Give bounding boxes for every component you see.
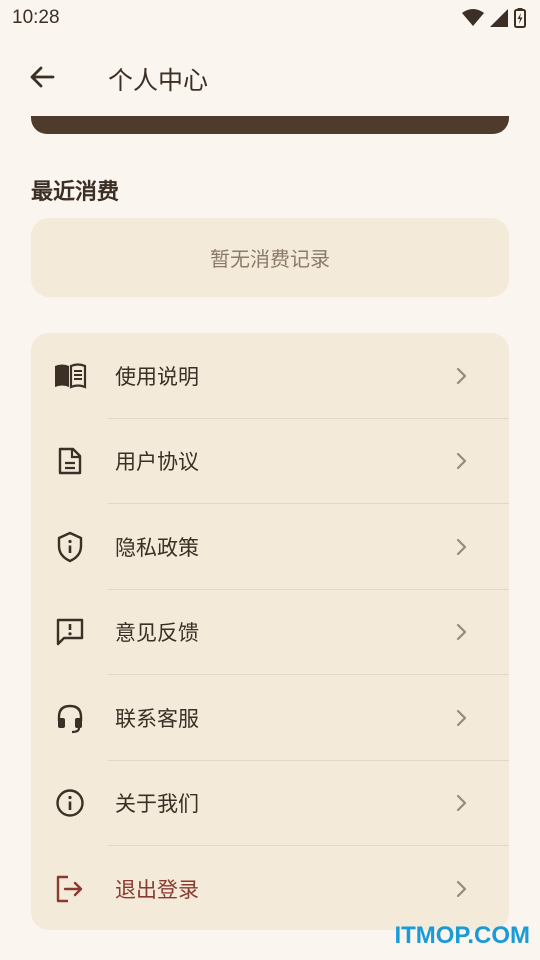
status-bar: 10:28	[0, 0, 540, 36]
chevron-right-icon	[455, 880, 467, 898]
document-icon	[50, 441, 90, 481]
menu-item-label: 使用说明	[115, 364, 199, 389]
menu-item-instructions[interactable]: 使用说明	[31, 333, 509, 419]
menu-item-label: 隐私政策	[115, 535, 199, 560]
book-icon	[50, 356, 90, 396]
chevron-right-icon	[455, 452, 467, 470]
profile-banner-edge	[31, 116, 509, 134]
back-button[interactable]	[14, 51, 70, 107]
logout-icon	[50, 869, 90, 909]
chevron-right-icon	[455, 367, 467, 385]
info-icon	[50, 783, 90, 823]
recent-section-title: 最近消费	[31, 180, 120, 205]
shield-info-icon	[50, 527, 90, 567]
arrow-left-icon	[28, 63, 56, 95]
recent-empty-card: 暂无消费记录	[31, 218, 509, 297]
menu-item-customer-service[interactable]: 联系客服	[31, 675, 509, 761]
empty-state-text: 暂无消费记录	[210, 247, 330, 271]
battery-icon	[514, 8, 526, 28]
chevron-right-icon	[455, 538, 467, 556]
menu-item-label: 意见反馈	[115, 621, 199, 646]
watermark-logo: ITMOP.COM	[394, 922, 530, 949]
menu-item-label: 联系客服	[115, 706, 199, 731]
menu-item-user-agreement[interactable]: 用户协议	[31, 419, 509, 504]
wifi-icon	[462, 9, 484, 27]
menu-item-label: 退出登录	[115, 877, 199, 902]
app-bar: 个人中心	[0, 44, 540, 114]
chevron-right-icon	[455, 709, 467, 727]
chevron-right-icon	[455, 623, 467, 641]
page-title: 个人中心	[108, 66, 209, 95]
menu-item-label: 用户协议	[115, 450, 199, 475]
status-time: 10:28	[12, 7, 60, 28]
menu-card: 使用说明 用户协议 隐私政策 意见反馈 联系客服 关于我们 退出登录	[31, 333, 509, 930]
headset-icon	[50, 698, 90, 738]
menu-item-feedback[interactable]: 意见反馈	[31, 590, 509, 675]
status-icons	[462, 8, 526, 28]
menu-item-logout[interactable]: 退出登录	[31, 846, 509, 930]
feedback-icon	[50, 612, 90, 652]
menu-item-privacy-policy[interactable]: 隐私政策	[31, 504, 509, 590]
menu-item-about-us[interactable]: 关于我们	[31, 761, 509, 846]
chevron-right-icon	[455, 794, 467, 812]
menu-item-label: 关于我们	[115, 792, 199, 817]
signal-icon	[490, 9, 508, 27]
